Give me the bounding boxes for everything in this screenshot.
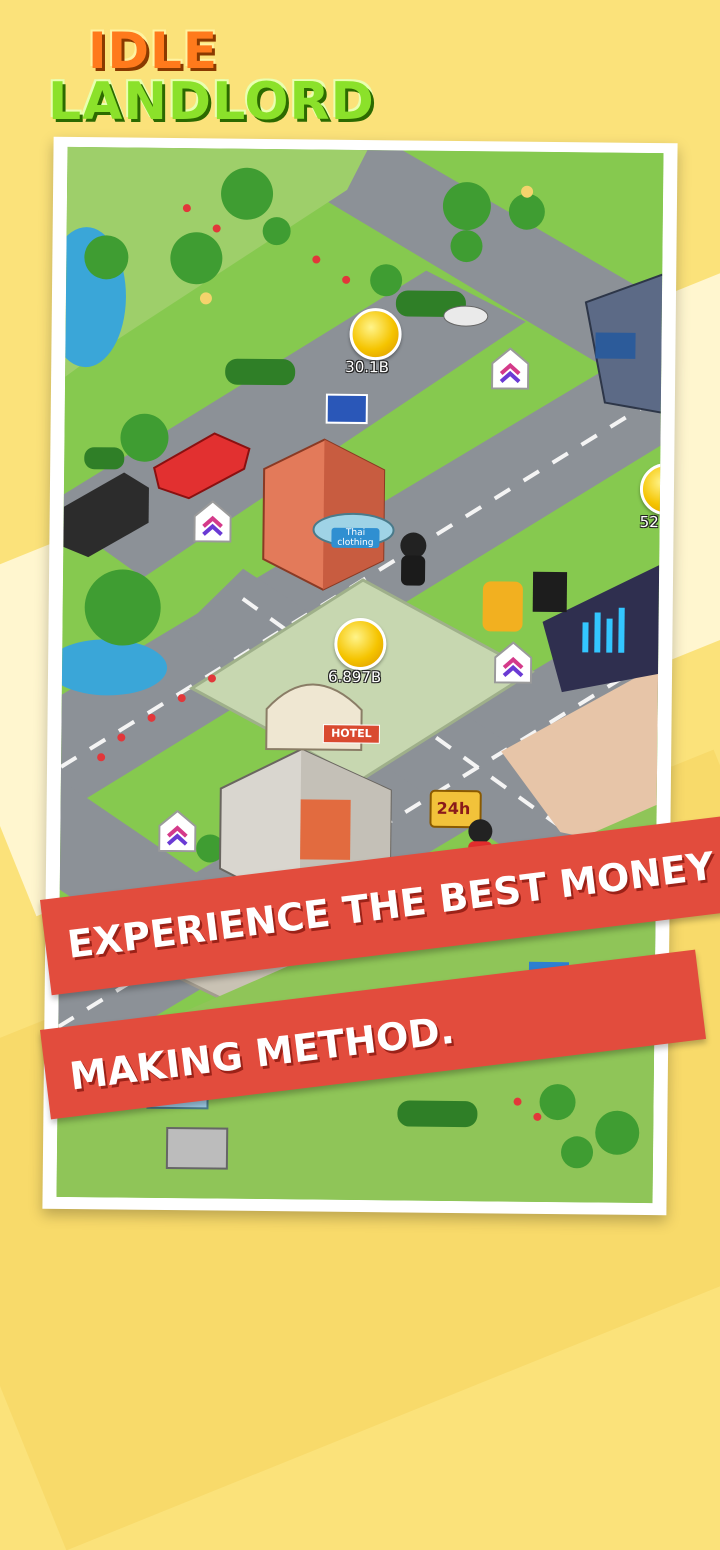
shop-sign: Thai clothing xyxy=(331,527,380,549)
income-label: 52 xyxy=(639,512,659,532)
income-coin[interactable] xyxy=(334,617,387,671)
upgrade-arrow-icon[interactable] xyxy=(493,641,533,684)
income-label: 30.1B xyxy=(345,357,390,377)
upgrade-arrow-icon[interactable] xyxy=(158,809,197,853)
upgrade-arrow-icon[interactable] xyxy=(193,500,232,543)
upgrade-arrow-icon[interactable] xyxy=(491,347,530,390)
income-label: 6.897B xyxy=(327,667,382,687)
income-coin[interactable] xyxy=(349,307,402,361)
store-sign-24h: 24h xyxy=(436,798,471,819)
game-logo: IDLE LANDLORD xyxy=(48,26,375,132)
logo-line-landlord: LANDLORD xyxy=(48,72,375,132)
hotel-sign: HOTEL xyxy=(331,726,372,741)
logo-line-idle: IDLE xyxy=(87,22,219,80)
